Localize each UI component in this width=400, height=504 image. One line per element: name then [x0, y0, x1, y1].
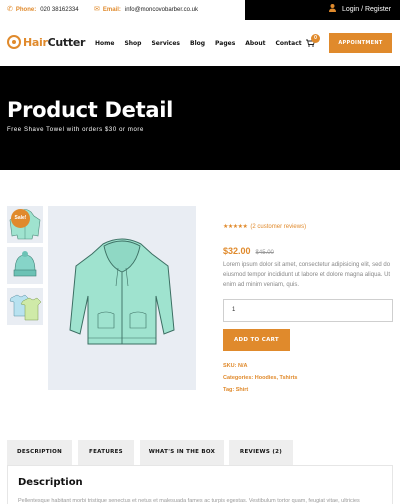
add-to-cart-button[interactable]: ADD TO CART	[223, 329, 290, 351]
hero-subtitle: Free Shave Towel with orders $30 or more	[7, 127, 144, 133]
nav-item-about[interactable]: About	[245, 40, 265, 47]
cart-count-badge: 0	[311, 34, 320, 43]
nav-item-blog[interactable]: Blog	[190, 40, 205, 47]
tab-panel-text: Pellentesque habitant morbi tristique se…	[18, 498, 360, 504]
product-main-image[interactable]	[48, 206, 196, 390]
email-label: Email:	[102, 7, 121, 13]
tag-label: Tag:	[223, 387, 235, 393]
quantity-input[interactable]: 1	[223, 299, 393, 322]
beanie-thumb-image	[13, 251, 37, 277]
sku-label: SKU:	[223, 363, 237, 369]
product-rating: ★★★★★ (2 customer reviews)	[223, 223, 306, 230]
email-value[interactable]: info@moncovobarber.co.uk	[125, 7, 198, 13]
tab-description[interactable]: DESCRIPTION	[7, 440, 72, 465]
login-register-link[interactable]: Login / Register	[245, 0, 400, 20]
tab-panel-title: Description	[18, 477, 83, 488]
tab-features[interactable]: FEATURES	[78, 440, 134, 465]
review-count-link[interactable]: (2 customer reviews)	[250, 224, 306, 230]
logo-text: HairCutter	[23, 35, 86, 49]
logo-icon	[7, 35, 21, 49]
email-icon: ✉	[94, 6, 100, 13]
categories-label: Categories:	[223, 375, 254, 381]
main-nav: Home Shop Services Blog Pages About Cont…	[95, 40, 312, 47]
top-bar: ✆ Phone: 020 38162334 ✉ Email: info@moncovob…	[0, 0, 400, 20]
categories-value[interactable]: Hoodies, Tshirts	[255, 375, 298, 381]
tab-reviews[interactable]: REVIEWS (2)	[229, 440, 293, 465]
nav-item-shop[interactable]: Shop	[124, 40, 141, 47]
tab-whats-in-the-box[interactable]: WHAT'S IN THE BOX	[140, 440, 224, 465]
product-price: $32.00 $45.00	[223, 241, 274, 259]
phone-contact: ✆ Phone: 020 38162334	[7, 5, 79, 13]
old-price: $45.00	[255, 250, 274, 256]
thumbnail-tshirts[interactable]	[7, 288, 43, 325]
phone-value[interactable]: 020 38162334	[40, 7, 78, 13]
appointment-button[interactable]: APPOINTMENT	[329, 33, 392, 53]
site-header: HairCutter Home Shop Services Blog Pages…	[0, 20, 400, 66]
product-categories: Categories: Hoodies, Tshirts	[223, 375, 297, 381]
phone-icon: ✆	[7, 6, 13, 13]
nav-item-contact[interactable]: Contact	[275, 40, 301, 47]
current-price: $32.00	[223, 246, 251, 256]
rating-stars: ★★★★★	[223, 224, 248, 230]
email-contact: ✉ Email: info@moncovobarber.co.uk	[94, 5, 198, 13]
tshirts-thumb-image	[9, 294, 42, 321]
product-sku: SKU: N/A	[223, 363, 247, 369]
sale-badge: Sale!	[11, 209, 30, 228]
cart-button[interactable]: 0	[306, 34, 320, 49]
nav-item-services[interactable]: Services	[151, 40, 180, 47]
login-register-text: Login / Register	[342, 6, 392, 13]
nav-item-pages[interactable]: Pages	[215, 40, 235, 47]
page-hero: Product Detail Free Shave Towel with ord…	[0, 66, 400, 170]
product-tag: Tag: Shirt	[223, 387, 248, 393]
tag-value[interactable]: Shirt	[236, 387, 249, 393]
phone-label: Phone:	[15, 7, 37, 13]
nav-item-home[interactable]: Home	[95, 40, 114, 47]
site-logo[interactable]: HairCutter	[7, 31, 85, 53]
product-short-description: Lorem ipsum dolor sit amet, consectetur …	[223, 262, 391, 288]
hoodie-image	[69, 238, 175, 345]
page-title: Product Detail	[7, 98, 174, 122]
thumbnail-beanie[interactable]	[7, 247, 43, 284]
sku-value: N/A	[237, 363, 248, 369]
user-icon	[329, 4, 336, 14]
tab-panel-description: Description Pellentesque habitant morbi …	[7, 465, 393, 504]
